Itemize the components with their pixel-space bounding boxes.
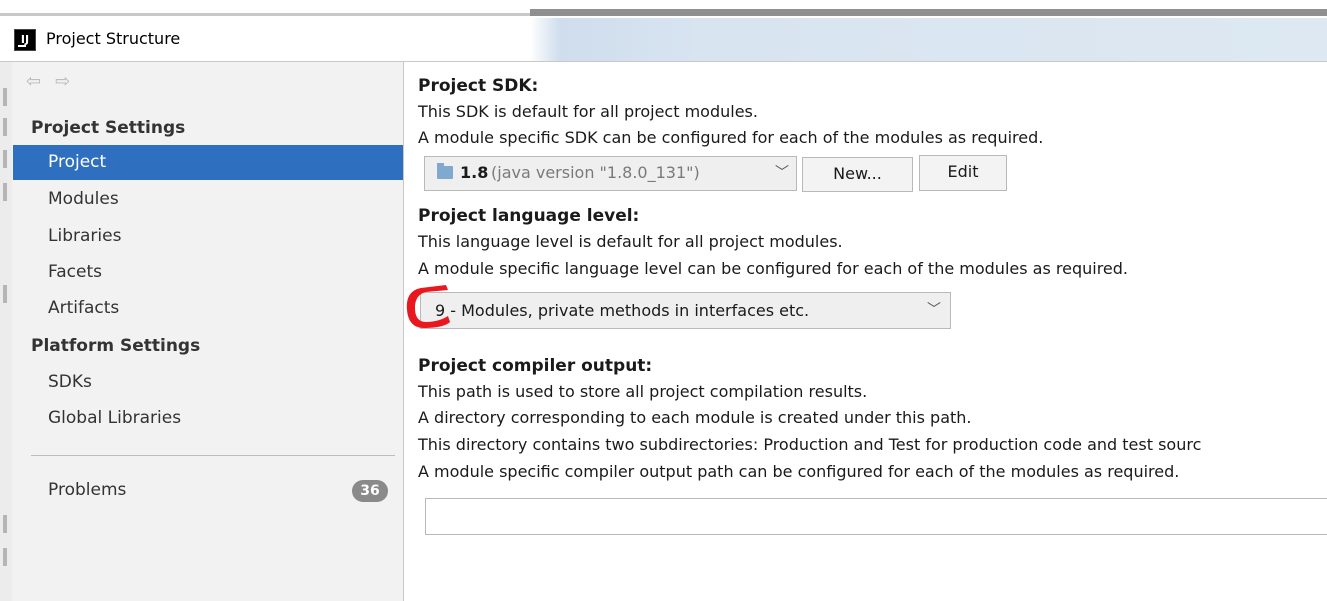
top-strip — [0, 0, 1327, 18]
project-sdk-heading: Project SDK: — [418, 76, 539, 96]
sdk-folder-icon — [437, 163, 453, 179]
language-level-heading: Project language level: — [418, 206, 640, 226]
top-strip-dark-bar — [530, 9, 1327, 16]
forward-arrow-icon[interactable]: ⇨ — [55, 71, 70, 92]
sidebar-item-sdks[interactable]: SDKs — [13, 365, 403, 400]
window-title: Project Structure — [46, 29, 181, 48]
edit-sdk-button[interactable]: Edit — [919, 155, 1007, 191]
sidebar-separator — [31, 455, 395, 456]
intellij-app-icon: IJ — [14, 29, 36, 51]
back-arrow-icon[interactable]: ⇦ — [26, 71, 41, 92]
sidebar-item-modules[interactable]: Modules — [13, 182, 403, 217]
compiler-output-desc-4: A module specific compiler output path c… — [418, 462, 1180, 481]
compiler-output-desc-3: This directory contains two subdirectori… — [418, 435, 1202, 454]
sidebar-item-project[interactable]: Project — [13, 145, 403, 180]
sidebar — [0, 62, 404, 601]
left-edge-tick — [3, 285, 7, 303]
left-edge-tick — [3, 548, 7, 566]
compiler-output-desc-1: This path is used to store all project c… — [418, 382, 868, 401]
problems-count-badge: 36 — [352, 480, 388, 502]
language-level-desc-1: This language level is default for all p… — [418, 232, 843, 251]
chevron-down-icon: ﹀ — [927, 302, 941, 318]
platform-settings-header: Platform Settings — [31, 336, 201, 356]
sidebar-item-facets[interactable]: Facets — [13, 255, 403, 290]
sidebar-item-libraries[interactable]: Libraries — [13, 219, 403, 254]
left-edge-tick — [3, 118, 7, 136]
left-edge-tick — [3, 515, 7, 533]
project-sdk-desc-2: A module specific SDK can be configured … — [418, 128, 1044, 147]
compiler-output-heading: Project compiler output: — [418, 356, 653, 376]
sidebar-item-artifacts[interactable]: Artifacts — [13, 291, 403, 326]
language-level-value: 9 - Modules, private methods in interfac… — [435, 301, 810, 320]
sdk-version: 1.8 — [460, 163, 489, 182]
sdk-version-detail: (java version "1.8.0_131") — [491, 163, 700, 182]
app-icon-underline — [18, 45, 26, 47]
language-level-dropdown[interactable]: 9 - Modules, private methods in interfac… — [420, 292, 951, 329]
new-sdk-button[interactable]: New... — [802, 157, 913, 192]
chevron-down-icon: ﹀ — [775, 165, 789, 181]
red-annotation-mark — [406, 285, 450, 328]
left-edge-tick — [3, 88, 7, 106]
language-level-desc-2: A module specific language level can be … — [418, 259, 1128, 278]
compiler-output-desc-2: A directory corresponding to each module… — [418, 408, 972, 427]
compiler-output-path-input[interactable] — [425, 498, 1327, 535]
project-sdk-desc-1: This SDK is default for all project modu… — [418, 102, 758, 121]
project-settings-header: Project Settings — [31, 118, 186, 138]
project-sdk-dropdown[interactable]: 1.8 (java version "1.8.0_131") ﹀ — [424, 156, 797, 191]
title-bar: IJ Project Structure — [0, 18, 1327, 62]
sidebar-item-global-libraries[interactable]: Global Libraries — [13, 401, 403, 436]
left-edge-tick — [3, 150, 7, 168]
sidebar-item-problems[interactable]: Problems — [13, 473, 403, 508]
nav-arrows: ⇦ ⇨ — [26, 71, 84, 92]
left-edge-tick — [3, 183, 7, 201]
